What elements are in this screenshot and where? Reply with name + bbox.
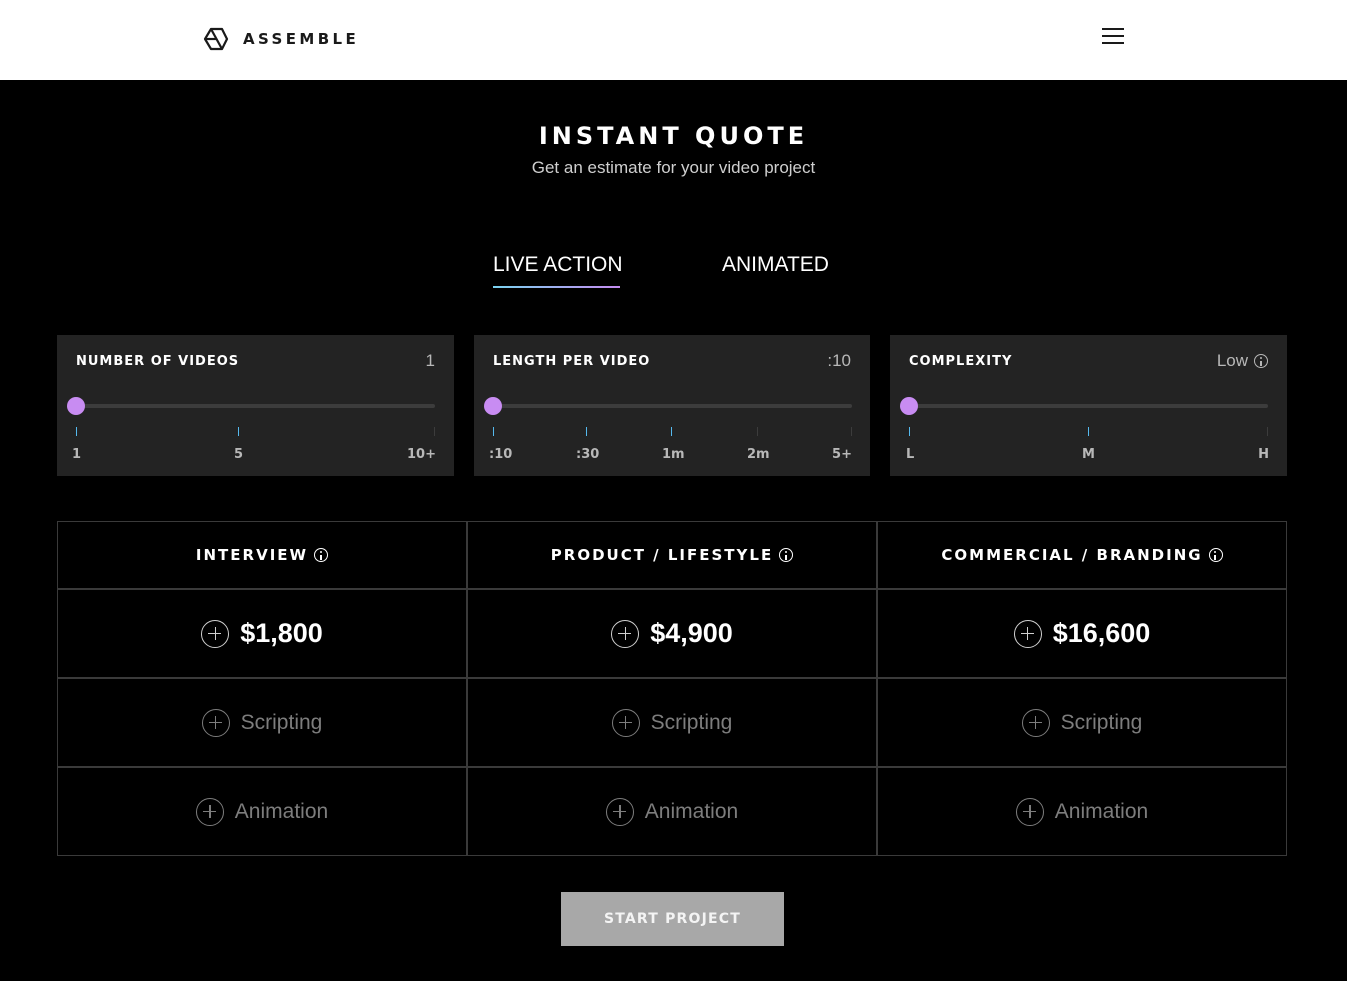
page-subtitle: Get an estimate for your video project [531, 158, 816, 177]
slider-tick [238, 427, 239, 436]
length-per-video-slider-track[interactable] [484, 397, 852, 415]
logo[interactable]: ASSEMBLE [203, 27, 359, 51]
column-header-label: INTERVIEW [195, 546, 309, 564]
number-of-videos-value-text: 1 [425, 351, 435, 370]
plus-circle-icon[interactable] [201, 708, 230, 737]
length-per-video-value-text: :10 [827, 351, 851, 370]
addon-scripting-interview[interactable]: Scripting [58, 679, 466, 766]
price-value: $4,900 [650, 618, 733, 648]
complexity-panel: COMPLEXITY Low L M H [890, 335, 1287, 476]
number-of-videos-slider-thumb[interactable] [67, 397, 85, 415]
slider-tick [586, 427, 587, 436]
addon-label: Animation [234, 799, 329, 823]
active-tab-indicator [493, 286, 620, 288]
length-per-video-panel: LENGTH PER VIDEO :10 :10 :30 1m 2m 5+ [474, 335, 870, 476]
column-header-commercial-branding: COMMERCIAL / BRANDING [878, 522, 1286, 588]
info-icon[interactable] [1254, 354, 1268, 368]
slider-tick [757, 427, 758, 436]
hamburger-menu-icon[interactable] [1101, 27, 1125, 45]
slider-tick [76, 427, 77, 436]
addon-scripting-product-lifestyle[interactable]: Scripting [468, 679, 876, 766]
slider-tick-label: H [1258, 447, 1269, 462]
slider-tick [851, 427, 852, 436]
addon-scripting-commercial-branding[interactable]: Scripting [878, 679, 1286, 766]
complexity-slider-thumb[interactable] [900, 397, 918, 415]
column-header-label: PRODUCT / LIFESTYLE [550, 546, 774, 564]
addon-label: Scripting [650, 710, 733, 734]
slider-tick [493, 427, 494, 436]
addon-label: Animation [644, 799, 739, 823]
number-of-videos-label: NUMBER OF VIDEOS [76, 354, 240, 369]
slider-tick [909, 427, 910, 436]
info-icon[interactable] [1208, 548, 1223, 562]
plus-circle-icon[interactable] [605, 797, 634, 826]
column-header-label: COMMERCIAL / BRANDING [941, 546, 1203, 564]
length-per-video-label: LENGTH PER VIDEO [493, 354, 651, 369]
quote-table: INTERVIEW PRODUCT / LIFESTYLE COMMERCIAL… [57, 521, 1287, 856]
page-title: INSTANT QUOTE [538, 122, 809, 150]
column-header-interview: INTERVIEW [58, 522, 466, 588]
slider-tick-label: L [906, 447, 915, 462]
plus-circle-icon[interactable] [1015, 797, 1044, 826]
slider-tick-label: M [1082, 447, 1095, 462]
complexity-value: Low [1217, 351, 1268, 371]
info-icon[interactable] [314, 548, 329, 562]
plus-circle-icon[interactable] [1021, 708, 1050, 737]
slider-tick [1267, 427, 1268, 436]
plus-circle-icon[interactable] [611, 708, 640, 737]
slider-tick-label: 1 [72, 447, 82, 462]
complexity-slider-track[interactable] [900, 397, 1268, 415]
addon-label: Animation [1054, 799, 1149, 823]
start-project-button[interactable]: START PROJECT [561, 892, 784, 946]
plus-circle-icon[interactable] [195, 797, 224, 826]
slider-tick-label: :10 [489, 447, 513, 462]
addon-label: Scripting [240, 710, 323, 734]
length-per-video-slider-thumb[interactable] [484, 397, 502, 415]
slider-tick [1088, 427, 1089, 436]
complexity-label: COMPLEXITY [909, 354, 1013, 369]
tab-animated[interactable]: ANIMATED [722, 253, 829, 277]
assemble-logo-icon [203, 27, 229, 51]
complexity-value-text: Low [1216, 351, 1248, 370]
column-header-product-lifestyle: PRODUCT / LIFESTYLE [468, 522, 876, 588]
price-cell-commercial-branding[interactable]: $16,600 [878, 590, 1286, 677]
slider-tick-label: 1m [662, 447, 685, 462]
plus-circle-icon[interactable] [611, 619, 640, 648]
slider-tick [434, 427, 435, 436]
tab-live-action[interactable]: LIVE ACTION [493, 253, 623, 277]
slider-tick-label: 5 [234, 447, 244, 462]
slider-tick-label: 10+ [407, 447, 436, 462]
top-navigation-bar: ASSEMBLE [0, 0, 1347, 80]
number-of-videos-panel: NUMBER OF VIDEOS 1 1 5 10+ [57, 335, 454, 476]
addon-animation-product-lifestyle[interactable]: Animation [468, 768, 876, 855]
logo-text: ASSEMBLE [243, 30, 360, 48]
price-value: $16,600 [1052, 618, 1151, 648]
addon-animation-commercial-branding[interactable]: Animation [878, 768, 1286, 855]
addon-animation-interview[interactable]: Animation [58, 768, 466, 855]
number-of-videos-slider-track[interactable] [67, 397, 435, 415]
price-value: $1,800 [240, 618, 323, 648]
slider-tick-label: 2m [747, 447, 770, 462]
plus-circle-icon[interactable] [1013, 619, 1042, 648]
number-of-videos-value: 1 [426, 351, 435, 371]
price-cell-product-lifestyle[interactable]: $4,900 [468, 590, 876, 677]
addon-label: Scripting [1060, 710, 1143, 734]
slider-tick-label: :30 [576, 447, 600, 462]
info-icon[interactable] [779, 548, 794, 562]
price-cell-interview[interactable]: $1,800 [58, 590, 466, 677]
slider-tick-label: 5+ [832, 447, 852, 462]
length-per-video-value: :10 [827, 351, 851, 371]
plus-circle-icon[interactable] [201, 619, 230, 648]
slider-tick [671, 427, 672, 436]
